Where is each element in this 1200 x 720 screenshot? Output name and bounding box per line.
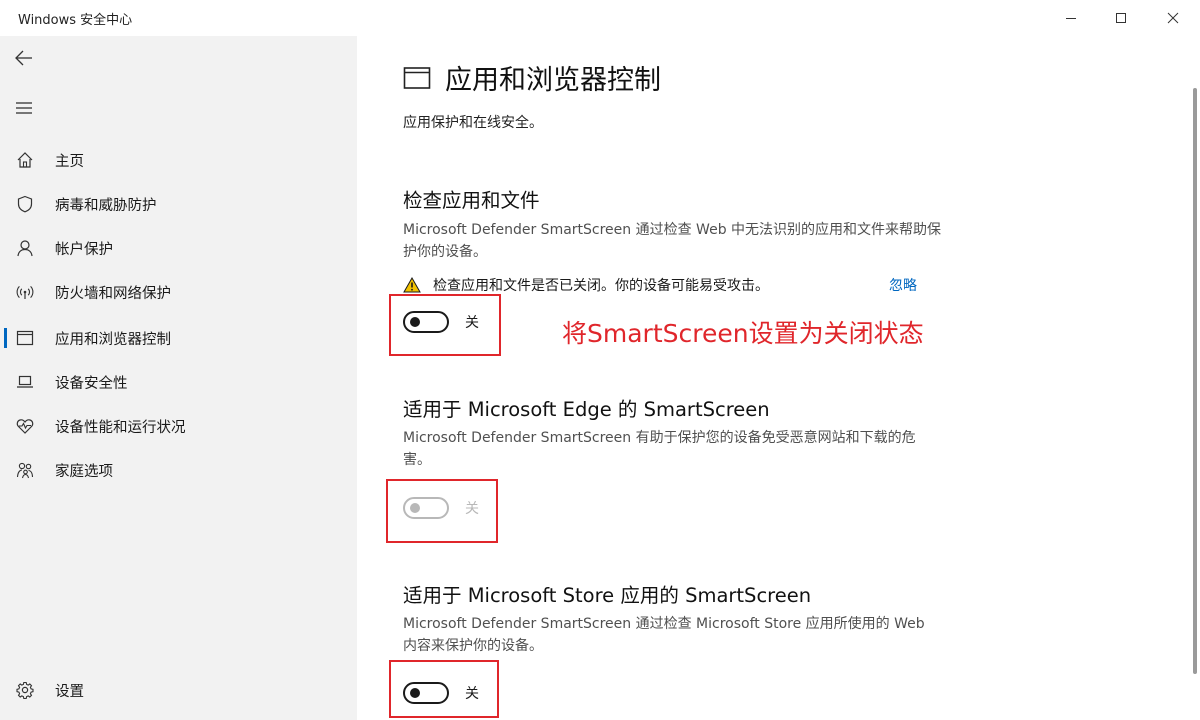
scrollbar[interactable] [1193,88,1197,674]
toggle-row-store: 关 [403,682,479,704]
page-title: 应用和浏览器控制 [445,65,661,96]
toggle-knob [410,503,420,513]
sidebar-item-app-browser-control[interactable]: 应用和浏览器控制 [0,318,357,358]
hamburger-icon [16,102,32,114]
family-icon [16,462,34,479]
main-content: 应用和浏览器控制 应用保护和在线安全。 检查应用和文件 Microsoft De… [357,36,1200,720]
section-description: Microsoft Defender SmartScreen 有助于保护您的设备… [403,430,916,468]
sidebar-item-label: 应用和浏览器控制 [55,331,171,348]
toggle-state-label: 关 [465,315,479,331]
toggle-knob [410,688,420,698]
title-bar: Windows 安全中心 [0,0,1200,36]
app-window-icon [403,66,431,89]
maximize-icon [1116,13,1126,23]
section-title-check-apps: 检查应用和文件 [403,189,540,212]
toggle-state-label: 关 [465,501,479,517]
close-icon [1167,12,1179,24]
sidebar-item-label: 家庭选项 [55,463,113,480]
toggle-row-edge: 关 [403,497,479,519]
sidebar-item-label: 主页 [55,153,84,170]
sidebar-item-device-performance[interactable]: 设备性能和运行状况 [0,406,357,446]
sidebar-item-label: 防火墙和网络保护 [55,285,171,302]
toggle-row-check-apps: 关 [403,311,479,333]
sidebar-item-label: 设备安全性 [55,375,128,392]
hamburger-menu-button[interactable] [12,96,36,120]
sidebar-item-label: 病毒和威胁防护 [55,197,157,214]
sidebar-item-label: 设备性能和运行状况 [55,419,186,436]
section-description: Microsoft Defender SmartScreen 通过检查 Web … [403,222,942,260]
person-icon [17,240,33,257]
sidebar-item-family-options[interactable]: 家庭选项 [0,450,357,490]
dismiss-link[interactable]: 忽略 [889,275,917,295]
minimize-button[interactable] [1046,0,1096,36]
edge-smartscreen-toggle [403,497,449,519]
section-title-edge-smartscreen: 适用于 Microsoft Edge 的 SmartScreen [403,398,770,421]
toggle-knob [410,317,420,327]
section-description: Microsoft Defender SmartScreen 通过检查 Micr… [403,616,925,654]
gear-icon [16,681,34,699]
window-title: Windows 安全中心 [18,13,133,28]
laptop-icon [17,375,33,388]
home-icon [17,152,33,168]
back-arrow-icon [15,50,32,66]
sidebar-item-label: 设置 [55,683,84,700]
maximize-button[interactable] [1096,0,1146,36]
sidebar-item-device-security[interactable]: 设备安全性 [0,362,357,402]
heart-icon [16,419,34,434]
sidebar-item-home[interactable]: 主页 [0,140,357,180]
page-subtitle: 应用保护和在线安全。 [403,115,543,131]
sidebar-item-settings[interactable]: 设置 [0,670,357,710]
annotation-text: 将SmartScreen设置为关闭状态 [562,319,924,348]
active-indicator [4,328,7,348]
warning-icon [403,277,421,293]
store-smartscreen-toggle[interactable] [403,682,449,704]
sidebar: 主页 病毒和威胁防护 帐户保护 防火墙和网络保护 应用和浏览器控制 设备安全性 … [0,36,357,720]
warning-text: 检查应用和文件是否已关闭。你的设备可能易受攻击。 [433,278,769,294]
shield-icon [17,195,33,213]
wireless-icon [16,286,34,299]
warning-message: 检查应用和文件是否已关闭。你的设备可能易受攻击。 [403,275,769,295]
app-window-icon [16,330,34,346]
toggle-state-label: 关 [465,686,479,702]
back-button[interactable] [12,46,36,70]
close-button[interactable] [1148,0,1198,36]
sidebar-item-virus-protection[interactable]: 病毒和威胁防护 [0,184,357,224]
section-title-store-smartscreen: 适用于 Microsoft Store 应用的 SmartScreen [403,584,812,607]
minimize-icon [1066,18,1076,19]
sidebar-item-firewall[interactable]: 防火墙和网络保护 [0,272,357,312]
sidebar-item-label: 帐户保护 [55,241,113,258]
page-header: 应用和浏览器控制 [403,58,661,97]
sidebar-item-account-protection[interactable]: 帐户保护 [0,228,357,268]
check-apps-toggle[interactable] [403,311,449,333]
